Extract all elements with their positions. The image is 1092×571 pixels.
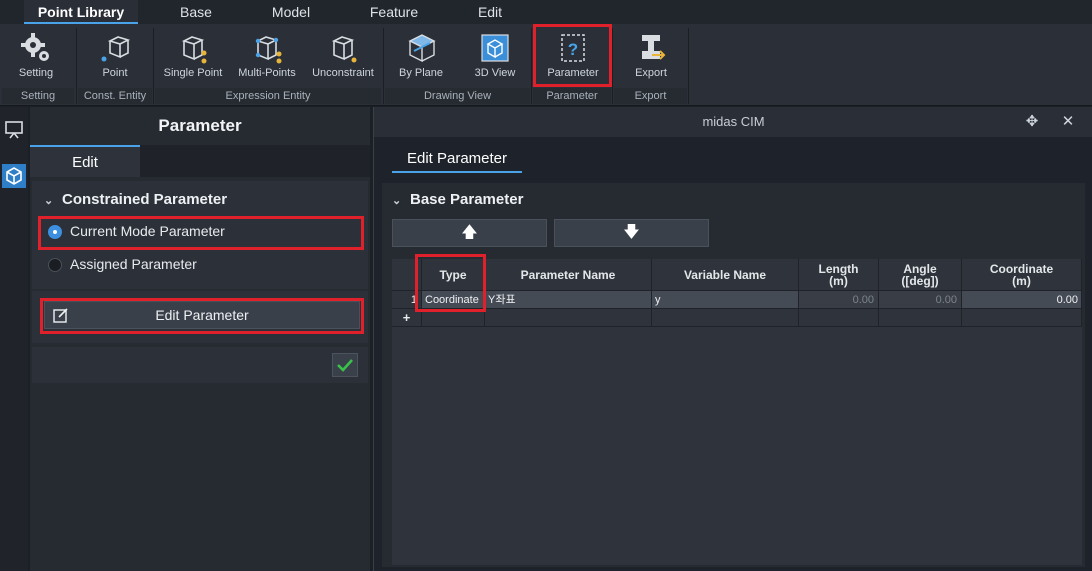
section-title: Base Parameter <box>410 191 524 208</box>
group-separator <box>76 28 77 104</box>
arrow-down-icon: 🡇 <box>623 224 640 241</box>
group-label-expression-entity: Expression Entity <box>155 88 381 104</box>
edit-icon <box>53 308 68 323</box>
arrow-up-icon: 🡅 <box>461 224 478 241</box>
group-label-const-entity: Const. Entity <box>78 88 152 104</box>
panel-tabs: Edit <box>30 145 370 177</box>
new-row-cell[interactable] <box>879 309 962 327</box>
unconstraint-icon <box>331 36 357 63</box>
group-label-setting: Setting <box>2 88 74 104</box>
group-label-parameter: Parameter <box>533 88 611 104</box>
parameter-table: Type Parameter Name Variable Name Length… <box>392 259 1082 565</box>
midas-cim-dialog: midas CIM ✥ ✕ Edit Parameter ⌄ Base Param… <box>373 107 1092 571</box>
new-row-cell[interactable] <box>799 309 879 327</box>
section-title: Constrained Parameter <box>62 191 228 208</box>
3d-view-icon <box>481 34 509 62</box>
multi-points-icon <box>255 36 282 64</box>
group-separator <box>612 28 613 104</box>
column-header-coordinate[interactable]: Coordinate (m) <box>962 259 1082 291</box>
tab-feature[interactable]: Feature <box>356 0 432 24</box>
column-header-type[interactable]: Type <box>422 259 485 291</box>
radio-current-mode-parameter[interactable]: Current Mode Parameter <box>48 221 348 243</box>
model-cube-icon[interactable] <box>2 164 26 188</box>
single-point-icon <box>181 36 207 64</box>
tab-base[interactable]: Base <box>160 0 232 24</box>
point-button[interactable]: Point <box>84 28 146 88</box>
panel-title: Parameter <box>30 107 370 145</box>
add-row-icon[interactable]: + <box>392 309 422 327</box>
export-button[interactable]: Export <box>622 28 680 88</box>
svg-text:?: ? <box>568 40 578 59</box>
new-row-cell[interactable] <box>962 309 1082 327</box>
cell-parameter-name[interactable]: Y좌표 <box>485 291 652 309</box>
move-up-button[interactable]: 🡅 <box>392 219 547 247</box>
column-header-angle[interactable]: Angle ([deg]) <box>879 259 962 291</box>
multi-points-button[interactable]: Multi-Points <box>232 28 302 88</box>
group-separator <box>688 28 689 104</box>
parameter-icon: ? <box>561 34 585 62</box>
cell-angle: 0.00 <box>879 291 962 309</box>
panel-footer <box>32 347 368 383</box>
parameter-panel: Parameter Edit ⌄ Constrained Parameter Cu… <box>30 107 370 571</box>
3d-view-button[interactable]: 3D View <box>466 28 524 88</box>
column-header-length[interactable]: Length (m) <box>799 259 879 291</box>
menu-bar: Point Library Base Model Feature Edit <box>0 0 1092 24</box>
unconstraint-button[interactable]: Unconstraint <box>308 28 378 88</box>
tab-edit-parameter[interactable]: Edit Parameter <box>392 147 522 173</box>
radio-unselected-icon <box>48 258 62 272</box>
cell-length: 0.00 <box>799 291 879 309</box>
side-toolbar <box>0 107 28 571</box>
section-header[interactable]: ⌄ Constrained Parameter <box>44 191 227 208</box>
by-plane-icon <box>408 34 436 63</box>
tab-point-library[interactable]: Point Library <box>24 0 138 24</box>
radio-selected-icon <box>48 225 62 239</box>
cell-variable-name[interactable]: y <box>652 291 799 309</box>
close-icon[interactable]: ✕ <box>1060 114 1076 130</box>
gear-icon <box>21 33 49 61</box>
cell-coordinate[interactable]: 0.00 <box>962 291 1082 309</box>
single-point-button[interactable]: Single Point <box>160 28 226 88</box>
group-label-export: Export <box>614 88 687 104</box>
presentation-icon[interactable] <box>2 117 26 141</box>
checkmark-icon <box>337 359 353 372</box>
edit-parameter-section: Edit Parameter <box>32 291 368 343</box>
group-separator <box>153 28 154 104</box>
by-plane-button[interactable]: By Plane <box>392 28 450 88</box>
new-row-cell[interactable] <box>652 309 799 327</box>
dialog-title: midas CIM <box>702 114 765 129</box>
group-separator <box>531 28 532 104</box>
base-parameter-header[interactable]: ⌄ Base Parameter <box>392 191 523 208</box>
dialog-titlebar[interactable]: midas CIM ✥ ✕ <box>374 107 1092 137</box>
row-header-corner <box>392 259 422 291</box>
dialog-tabs: Edit Parameter <box>374 137 1092 179</box>
tab-model[interactable]: Model <box>255 0 327 24</box>
move-down-button[interactable]: 🡇 <box>554 219 709 247</box>
tab-edit-panel[interactable]: Edit <box>30 145 140 177</box>
confirm-button[interactable] <box>332 353 358 377</box>
column-header-parameter-name[interactable]: Parameter Name <box>485 259 652 291</box>
constrained-parameter-section: ⌄ Constrained Parameter Current Mode Para… <box>32 181 368 289</box>
new-row-cell[interactable] <box>485 309 652 327</box>
row-index: 1 <box>392 291 422 309</box>
cell-type[interactable]: Coordinate <box>422 291 485 309</box>
dialog-body: ⌄ Base Parameter 🡅 🡇 Type Parameter Name … <box>382 183 1085 567</box>
chevron-down-icon: ⌄ <box>392 195 402 207</box>
column-header-variable-name[interactable]: Variable Name <box>652 259 799 291</box>
ribbon: Setting Point Single Point Multi-Points … <box>0 24 1092 106</box>
chevron-down-icon: ⌄ <box>44 195 54 207</box>
new-row-cell[interactable] <box>422 309 485 327</box>
point-icon <box>101 36 131 62</box>
tab-edit[interactable]: Edit <box>460 0 520 24</box>
move-icon[interactable]: ✥ <box>1024 114 1040 130</box>
group-label-drawing-view: Drawing View <box>385 88 530 104</box>
export-icon <box>642 35 666 60</box>
edit-parameter-button[interactable]: Edit Parameter <box>44 301 360 329</box>
setting-button[interactable]: Setting <box>6 28 66 88</box>
radio-assigned-parameter[interactable]: Assigned Parameter <box>48 254 348 276</box>
group-separator <box>383 28 384 104</box>
parameter-button[interactable]: ? Parameter <box>540 28 606 88</box>
